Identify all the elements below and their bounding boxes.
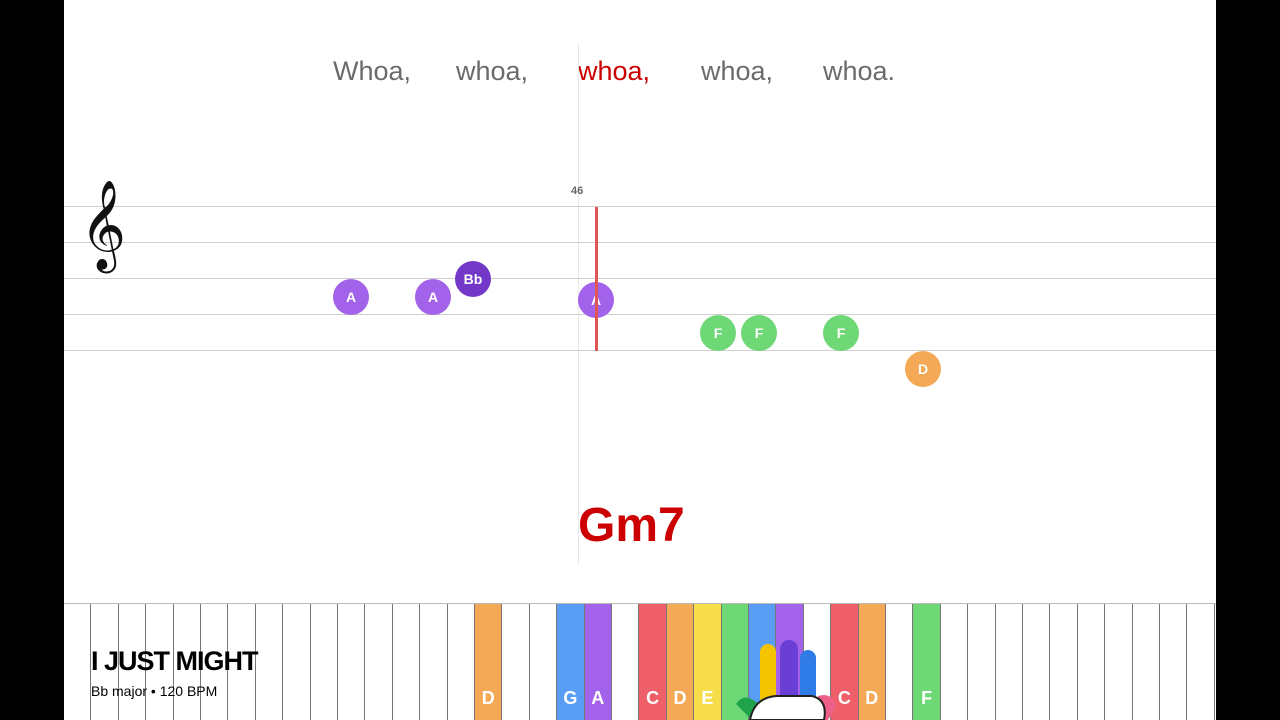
piano-key[interactable] <box>968 604 996 720</box>
piano-key[interactable]: D <box>475 604 503 720</box>
staff-line <box>64 278 1216 279</box>
measure-number: 46 <box>571 185 584 197</box>
treble-clef-icon: 𝄞 <box>80 180 127 270</box>
piano-lesson-stage: Whoa, whoa, whoa, whoa, whoa. 46 𝄞 A A B… <box>64 0 1216 720</box>
note-bubble: Bb <box>455 261 491 297</box>
piano-key[interactable] <box>1160 604 1188 720</box>
piano-key-label: C <box>646 688 660 708</box>
staff-line <box>64 314 1216 315</box>
piano-key[interactable] <box>1215 604 1216 720</box>
piano-key[interactable] <box>311 604 338 720</box>
piano-key[interactable] <box>1050 604 1078 720</box>
piano-key[interactable]: D <box>858 604 886 720</box>
piano-key[interactable]: F <box>913 604 941 720</box>
song-info: Bb major • 120 BPM <box>91 683 218 699</box>
piano-key[interactable] <box>996 604 1023 720</box>
lyric-word: Whoa, <box>333 56 412 86</box>
note-bubble: F <box>741 315 777 351</box>
hand-icon <box>736 640 836 720</box>
piano-key[interactable] <box>448 604 475 720</box>
piano-key[interactable]: E <box>694 604 722 720</box>
piano-key[interactable]: C <box>639 604 667 720</box>
piano-key[interactable] <box>612 604 640 720</box>
note-bubble: A <box>333 279 369 315</box>
note-bubble: A <box>415 279 451 315</box>
staff-line <box>64 242 1216 243</box>
piano-key[interactable]: D <box>666 604 695 720</box>
piano-key[interactable] <box>941 604 969 720</box>
piano-key[interactable] <box>530 604 558 720</box>
piano-key[interactable] <box>420 604 448 720</box>
piano-key[interactable] <box>502 604 530 720</box>
song-title: I JUST MIGHT <box>91 646 259 676</box>
piano-key[interactable] <box>393 604 421 720</box>
piano-key-label: D <box>865 688 879 708</box>
playback-cursor <box>595 207 598 351</box>
piano-key-label: F <box>921 688 933 708</box>
piano-key[interactable] <box>886 604 914 720</box>
piano-key[interactable] <box>283 604 311 720</box>
piano-key-label: A <box>591 688 605 708</box>
piano-key[interactable] <box>1105 604 1133 720</box>
piano-key[interactable]: A <box>584 604 612 720</box>
piano-key-label: E <box>701 688 714 708</box>
piano-key-label: D <box>481 688 495 708</box>
piano-key[interactable]: G <box>557 604 585 720</box>
piano-key-label: D <box>673 688 687 708</box>
piano-key[interactable] <box>1078 604 1106 720</box>
lyric-word-active: whoa, <box>578 56 651 86</box>
piano-key[interactable] <box>64 604 92 720</box>
staff-line <box>64 206 1216 207</box>
piano-key[interactable] <box>365 604 393 720</box>
piano-key[interactable] <box>1187 604 1215 720</box>
lyric-word: whoa, <box>456 56 529 86</box>
piano-key-label: G <box>563 688 578 708</box>
staff-line <box>64 350 1216 351</box>
note-bubble: F <box>823 315 859 351</box>
lyric-word: whoa. <box>823 56 896 86</box>
note-bubble: F <box>700 315 736 351</box>
piano-key[interactable] <box>1133 604 1160 720</box>
note-bubble: D <box>905 351 941 387</box>
piano-key[interactable] <box>256 604 284 720</box>
piano-key[interactable] <box>338 604 366 720</box>
chord-name: Gm7 <box>578 499 685 552</box>
piano-key[interactable] <box>1023 604 1051 720</box>
lyric-word: whoa, <box>701 56 774 86</box>
